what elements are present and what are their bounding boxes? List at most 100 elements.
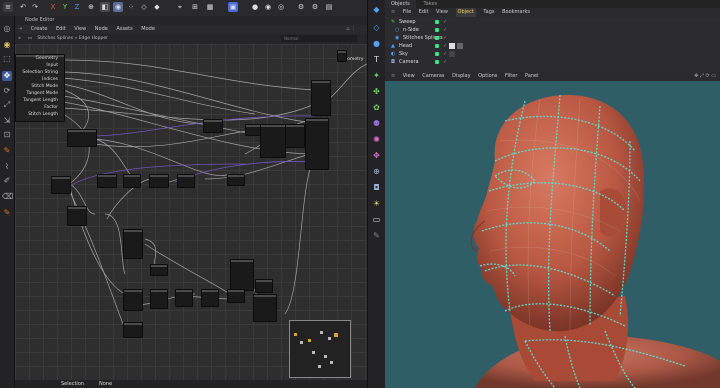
sphere-icon[interactable]: ●: [371, 38, 382, 49]
grid-icon[interactable]: ▦: [205, 2, 215, 12]
node-box[interactable]: [123, 289, 143, 311]
effector-icon[interactable]: ✥: [371, 150, 382, 161]
eraser-icon[interactable]: ⌫: [2, 192, 13, 202]
object-row-head[interactable]: ▲ Head ✓: [385, 42, 720, 50]
view-settings-icon[interactable]: ⚙: [310, 2, 320, 12]
node-graph-canvas[interactable]: Geometry Input Selection String Indices …: [15, 44, 367, 380]
port-tangent-length[interactable]: Tangent Length: [23, 98, 58, 103]
menu-object[interactable]: Object: [455, 8, 476, 17]
material-tag-icon[interactable]: [449, 51, 455, 57]
check-icon[interactable]: ✓: [443, 42, 447, 50]
node-box[interactable]: [203, 119, 223, 133]
breadcrumb-item[interactable]: Stitches Splines: [37, 36, 73, 41]
edges-mode-icon[interactable]: ◇: [139, 2, 149, 12]
tab-objects[interactable]: Objects: [385, 0, 416, 8]
menu-node[interactable]: Node: [95, 25, 108, 34]
object-row-stitches-splines[interactable]: ◉ Stitches Splines ✓: [385, 34, 720, 42]
menu-panel[interactable]: Panel: [525, 72, 539, 81]
visibility-flag[interactable]: [435, 60, 439, 64]
node-box[interactable]: [67, 206, 87, 226]
node-box[interactable]: [51, 176, 71, 194]
check-icon[interactable]: ✓: [443, 34, 447, 42]
camera-icon[interactable]: ◘: [371, 182, 382, 193]
paint-icon[interactable]: ✎: [2, 208, 12, 218]
menu-cameras[interactable]: Cameras: [422, 72, 444, 81]
menu-edit[interactable]: Edit: [56, 25, 66, 34]
select-icon[interactable]: ◎: [2, 24, 12, 34]
move-icon[interactable]: ✥: [2, 71, 12, 81]
check-icon[interactable]: ✓: [443, 18, 447, 26]
visibility-flag[interactable]: [435, 36, 439, 40]
snap-icon[interactable]: ⌖: [175, 2, 185, 12]
visibility-flag[interactable]: [435, 20, 439, 24]
node-box[interactable]: [305, 118, 329, 170]
workplane-icon[interactable]: ▣: [228, 2, 238, 12]
hamburger-icon[interactable]: ≡: [391, 72, 395, 81]
redo-icon[interactable]: ↷: [30, 2, 40, 12]
node-box[interactable]: [175, 289, 193, 307]
mesh-mode-icon[interactable]: ◉: [113, 2, 123, 12]
menu-mode[interactable]: Mode: [141, 25, 155, 34]
node-box[interactable]: [97, 174, 117, 188]
tag-icon[interactable]: ▭: [371, 214, 382, 225]
node-box[interactable]: [285, 124, 305, 148]
viewport-nav-icons[interactable]: ✥ ⤢ ⟳ ▭: [694, 72, 716, 81]
environment-icon[interactable]: ⊕: [371, 166, 382, 177]
dropper-icon[interactable]: ✐: [2, 176, 12, 186]
node-box[interactable]: [253, 294, 277, 322]
port-geometry[interactable]: Geometry: [36, 56, 58, 61]
object-row-sky[interactable]: ◐ Sky ✓: [385, 50, 720, 58]
visibility-flag[interactable]: [435, 44, 439, 48]
node-box[interactable]: [177, 174, 195, 188]
rotate-icon[interactable]: ⟳: [2, 86, 12, 96]
search-input[interactable]: Normal: [281, 35, 357, 42]
scale-icon[interactable]: ⤢: [2, 100, 12, 110]
node-box[interactable]: [149, 174, 169, 188]
primitive-icon[interactable]: ◇: [371, 22, 382, 33]
text-icon[interactable]: T: [371, 54, 382, 65]
port-input[interactable]: Input: [46, 63, 58, 68]
menu-view[interactable]: View: [436, 8, 448, 17]
menu-filter[interactable]: Filter: [505, 72, 517, 81]
arrow-icon[interactable]: ⇥: [18, 25, 22, 34]
visibility-flag[interactable]: [435, 52, 439, 56]
group-inputs-node[interactable]: Geometry Input Selection String Indices …: [15, 54, 65, 122]
generator-icon[interactable]: ✦: [371, 70, 382, 81]
menu-display[interactable]: Display: [452, 72, 470, 81]
node-box[interactable]: [150, 264, 168, 276]
menu-edit[interactable]: Edit: [419, 8, 429, 17]
transform-icon[interactable]: ⇲: [2, 116, 12, 126]
render-icon[interactable]: ◎: [276, 2, 286, 12]
node-box[interactable]: [123, 174, 141, 188]
menu-tags[interactable]: Tags: [483, 8, 494, 17]
extrude-icon[interactable]: ⊡: [2, 130, 12, 140]
array-icon[interactable]: ✤: [371, 86, 382, 97]
node-box[interactable]: [67, 129, 97, 147]
menu-view[interactable]: View: [403, 72, 415, 81]
axis-y-button[interactable]: Y: [60, 2, 70, 12]
axis-z-button[interactable]: Z: [72, 2, 82, 12]
breadcrumb-item[interactable]: Edge Hopper: [79, 36, 108, 41]
check-icon[interactable]: ✓: [443, 50, 447, 58]
node-minimap[interactable]: [289, 320, 351, 378]
light-icon[interactable]: ☀: [371, 198, 382, 209]
menu-create[interactable]: Create: [31, 25, 48, 34]
menu-assets[interactable]: Assets: [116, 25, 132, 34]
points-mode-icon[interactable]: ⁘: [126, 2, 136, 12]
object-row-camera[interactable]: ◘ Camera ✓: [385, 58, 720, 66]
menu-file[interactable]: File: [403, 8, 411, 17]
node-box[interactable]: [311, 80, 331, 116]
coordinate-icon[interactable]: ⊕: [86, 2, 96, 12]
lock-icon[interactable]: ⊞: [190, 2, 200, 12]
menu-icon[interactable]: ≡: [3, 2, 13, 12]
port-selection-string[interactable]: Selection String: [22, 70, 58, 75]
model-mode-icon[interactable]: ◧: [100, 2, 110, 12]
knife-icon[interactable]: ✎: [2, 146, 12, 156]
object-row-n-side[interactable]: ○ n-Side ✓: [385, 26, 720, 34]
menu-view[interactable]: View: [74, 25, 86, 34]
deformer-icon[interactable]: ⚉: [371, 118, 382, 129]
visibility-flag[interactable]: [435, 28, 439, 32]
node-box[interactable]: [150, 289, 168, 309]
undo-icon[interactable]: ↶: [18, 2, 28, 12]
axis-x-button[interactable]: X: [48, 2, 58, 12]
